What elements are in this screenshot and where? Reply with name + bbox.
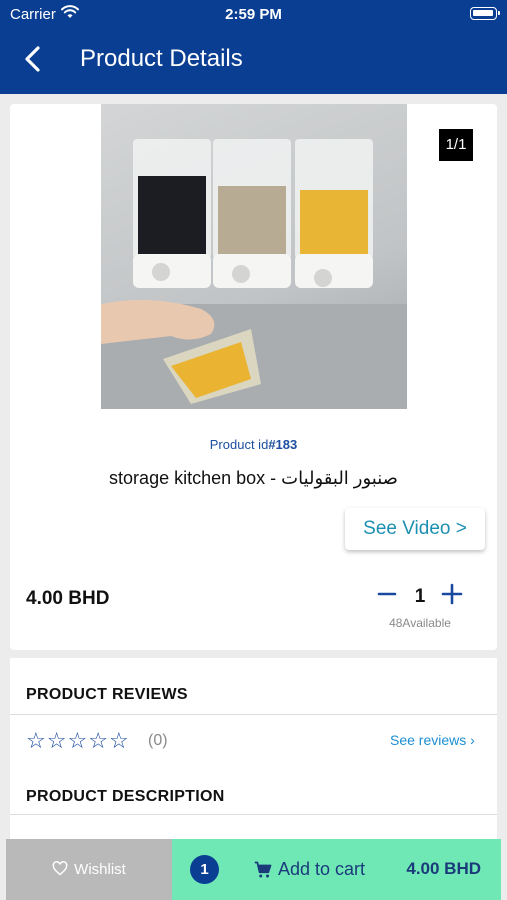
divider	[10, 714, 497, 715]
back-chevron-icon[interactable]	[18, 44, 48, 74]
star-empty-icon: ☆	[108, 728, 130, 753]
see-video-button[interactable]: See Video >	[345, 508, 485, 550]
shopping-cart-icon	[254, 861, 272, 878]
product-price: 4.00 BHD	[26, 588, 110, 609]
cart-total: 4.00 BHD	[406, 859, 481, 878]
app-header: Carrier 2:59 PM Product Details	[0, 0, 507, 94]
star-empty-icon: ☆	[67, 728, 89, 753]
star-empty-icon: ☆	[26, 728, 47, 753]
product-image[interactable]	[101, 104, 407, 409]
add-to-cart-label: Add to cart	[278, 859, 366, 879]
product-id: Product id#183	[10, 437, 497, 452]
battery-icon	[470, 7, 500, 20]
plus-icon	[441, 583, 463, 605]
minus-icon	[377, 592, 397, 596]
product-photo-illustration	[101, 139, 407, 409]
star-empty-icon: ☆	[46, 728, 68, 753]
product-name: storage kitchen box - صنبور البقوليات	[109, 468, 398, 488]
add-to-cart-button[interactable]: 1 Add to cart 4.00 BHD	[172, 839, 501, 900]
rating-stars: ☆☆☆☆☆	[26, 728, 130, 754]
product-description-section: PRODUCT DESCRIPTION	[10, 768, 497, 848]
status-bar: Carrier 2:59 PM	[0, 0, 507, 28]
clock: 2:59 PM	[225, 6, 282, 23]
page-title: Product Details	[80, 45, 243, 72]
description-heading: PRODUCT DESCRIPTION	[26, 788, 225, 805]
cart-count-badge: 1	[190, 855, 219, 884]
product-card: 1/1 Product id#183 storage kitchen box -…	[10, 104, 497, 650]
image-pager-indicator: 1/1	[439, 129, 473, 161]
star-empty-icon: ☆	[88, 728, 109, 753]
product-reviews-section: PRODUCT REVIEWS ☆☆☆☆☆ (0) See reviews ›	[10, 658, 497, 768]
stock-availability: 48Available	[389, 616, 451, 630]
divider	[10, 814, 497, 815]
review-count: (0)	[148, 732, 168, 749]
wishlist-label: Wishlist	[74, 861, 126, 878]
product-id-label: Product id	[209, 437, 269, 452]
decrease-quantity-button[interactable]	[376, 582, 398, 606]
see-reviews-link[interactable]: See reviews ›	[390, 732, 475, 748]
quantity-value: 1	[414, 586, 426, 607]
wishlist-button[interactable]: Wishlist	[6, 839, 172, 900]
product-id-value: #183	[268, 437, 298, 452]
reviews-heading: PRODUCT REVIEWS	[26, 686, 188, 703]
increase-quantity-button[interactable]	[440, 582, 464, 606]
heart-icon	[52, 861, 68, 876]
